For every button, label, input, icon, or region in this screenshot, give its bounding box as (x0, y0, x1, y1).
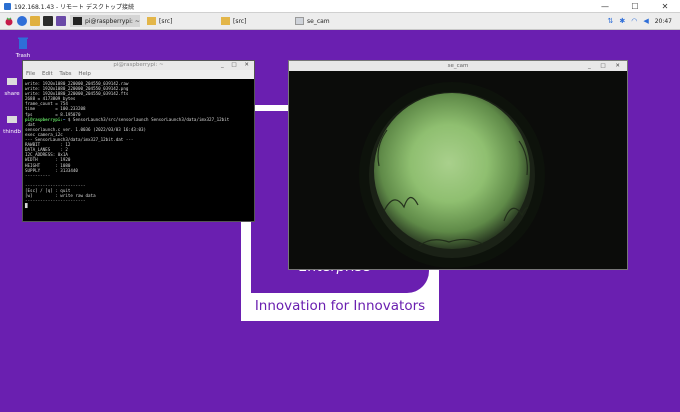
network-upload-icon[interactable]: ⇅ (607, 17, 613, 25)
terminal-title: pi@raspberrypi: ~ (113, 62, 164, 68)
prompt-command: $ SensorLaunch3/src/sensorlaunch SensorL… (65, 116, 230, 122)
browser-launcher-icon[interactable] (17, 16, 27, 26)
taskbar-item-se-cam[interactable]: se_cam (292, 15, 362, 27)
fisheye-image (289, 71, 627, 269)
trash-icon (18, 37, 28, 49)
logo-tagline: Innovation for Innovators (254, 298, 426, 314)
window-icon (295, 17, 304, 25)
menu-file[interactable]: File (26, 71, 35, 77)
minimize-button[interactable]: — (590, 2, 620, 11)
desktop-icon-share[interactable]: share (0, 74, 24, 97)
bluetooth-icon[interactable]: ✱ (619, 17, 625, 25)
menu-help[interactable]: Help (78, 71, 91, 77)
file-manager-launcher-icon[interactable] (30, 16, 40, 26)
terminal-line: pi@raspberrypi:~ $ SensorLaunch3/src/sen… (25, 117, 252, 122)
terminal-line: █ (25, 203, 28, 209)
desktop-icon-thindb[interactable]: thindb (0, 112, 24, 135)
system-tray: ⇅ ✱ ◠ ◀ 20:47 (607, 13, 680, 29)
terminal-title-bar[interactable]: pi@raspberrypi: ~ _ □ ✕ (23, 61, 254, 70)
taskbar-item-label: [src] (233, 17, 247, 25)
taskbar-item-label: se_cam (307, 17, 330, 25)
camera-title: se_cam (447, 63, 469, 69)
camera-preview (289, 71, 627, 269)
drive-icon (7, 116, 17, 123)
folder-icon (221, 17, 230, 25)
prompt-user: pi@raspberrypi: (25, 116, 63, 122)
folder-icon (147, 17, 156, 25)
desktop-icon-label: thindb (3, 129, 21, 135)
rdp-window-title: 192.168.1.43 - リモート デスクトップ接続 (14, 3, 134, 11)
remote-desktop-icon (4, 2, 11, 10)
desktop-icon-label: share (4, 91, 20, 97)
taskbar-item-terminal[interactable]: pi@raspberrypi: ~ (70, 15, 140, 27)
rdp-title-bar: 192.168.1.43 - リモート デスクトップ接続 — ☐ ✕ (0, 0, 680, 13)
terminal-window[interactable]: pi@raspberrypi: ~ _ □ ✕ File Edit Tabs H… (22, 60, 255, 222)
app-launcher-icon[interactable] (56, 16, 66, 26)
taskbar-item-label: [src] (159, 17, 173, 25)
taskbar-item-src-2[interactable]: [src] (218, 15, 288, 27)
terminal-output[interactable]: write: 1920x1080_220000_204550_039142.ra… (23, 79, 254, 223)
raspberry-menu-icon[interactable] (4, 16, 14, 26)
menu-tabs[interactable]: Tabs (59, 71, 71, 77)
camera-window-controls[interactable]: _ □ ✕ (588, 61, 624, 71)
desktop-icon-trash[interactable]: Trash (8, 36, 38, 59)
taskbar-item-src-1[interactable]: [src] (144, 15, 214, 27)
terminal-icon (73, 17, 82, 25)
volume-icon[interactable]: ◀ (643, 17, 648, 25)
terminal-launcher-icon[interactable] (43, 16, 53, 26)
camera-window[interactable]: se_cam _ □ ✕ (288, 60, 628, 270)
drive-icon (7, 78, 17, 85)
terminal-window-controls[interactable]: _ □ ✕ (221, 61, 252, 70)
camera-title-bar[interactable]: se_cam _ □ ✕ (289, 61, 627, 71)
wifi-icon[interactable]: ◠ (631, 17, 637, 25)
maximize-button[interactable]: ☐ (620, 2, 650, 11)
clock: 20:47 (654, 17, 672, 25)
menu-edit[interactable]: Edit (42, 71, 53, 77)
taskbar-item-label: pi@raspberrypi: ~ (85, 17, 140, 25)
desktop-icon-label: Trash (15, 53, 31, 59)
taskbar-panel: pi@raspberrypi: ~ [src] [src] se_cam ⇅ ✱… (0, 13, 680, 30)
close-button[interactable]: ✕ (650, 2, 680, 11)
terminal-menu-bar: File Edit Tabs Help (23, 70, 254, 79)
